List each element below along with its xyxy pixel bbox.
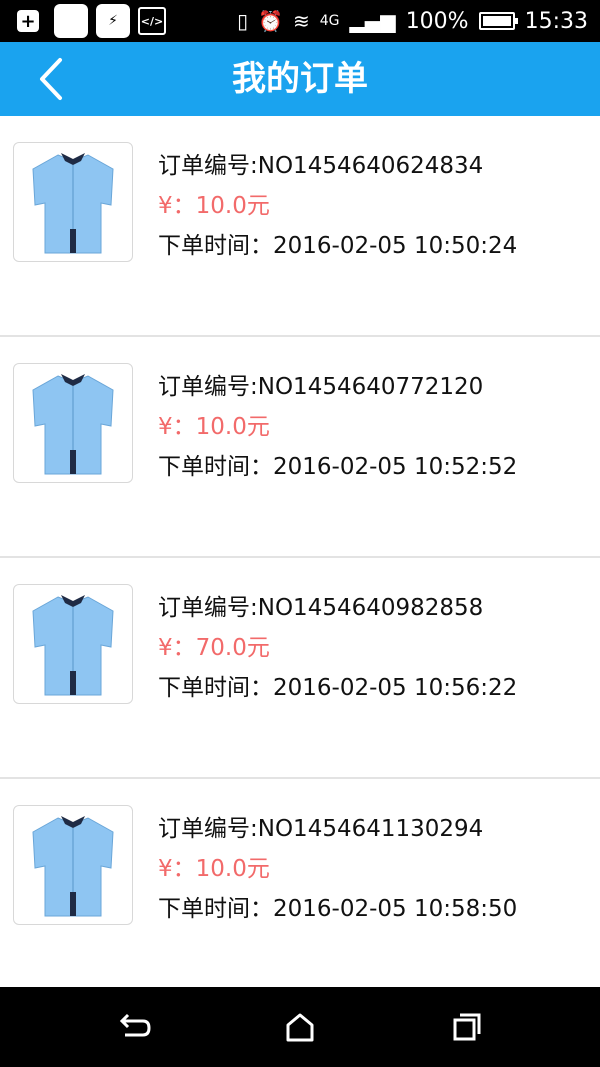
order-item[interactable]: 订单编号:NO1454641130294 ¥：10.0元 下单时间：2016-0…	[0, 779, 600, 1000]
product-thumbnail	[13, 584, 133, 704]
order-item[interactable]: 订单编号:NO1454640624834 ¥：10.0元 下单时间：2016-0…	[0, 116, 600, 337]
app-notification-icon: ⚡	[96, 4, 130, 38]
header: 我的订单	[0, 42, 600, 116]
order-item[interactable]: 订单编号:NO1454640982858 ¥：70.0元 下单时间：2016-0…	[0, 558, 600, 779]
system-icons: ▯ ⏰ ≋ 4G ▂▄▆ 100% 15:33	[237, 0, 588, 42]
order-price: ¥：70.0元	[158, 635, 270, 661]
order-time: 下单时间：2016-02-05 10:56:22	[158, 675, 518, 701]
order-time: 下单时间：2016-02-05 10:58:50	[158, 896, 518, 922]
shirt-icon	[32, 595, 114, 696]
order-number: 订单编号:NO1454640982858	[158, 595, 484, 621]
navigation-bar	[0, 987, 600, 1067]
order-price: ¥：10.0元	[158, 856, 270, 882]
order-number: 订单编号:NO1454640624834	[158, 153, 484, 179]
signal-icon: ▂▄▆	[349, 9, 396, 33]
product-thumbnail	[13, 142, 133, 262]
shirt-icon	[32, 374, 114, 475]
shirt-icon	[32, 153, 114, 254]
clock: 15:33	[524, 8, 588, 34]
battery-icon	[478, 12, 518, 30]
add-notification-icon: +	[10, 4, 46, 38]
recents-nav-button[interactable]	[447, 1007, 487, 1047]
order-time: 下单时间：2016-02-05 10:50:24	[158, 233, 518, 259]
order-number: 订单编号:NO1454640772120	[158, 374, 484, 400]
order-item[interactable]: 订单编号:NO1454640772120 ¥：10.0元 下单时间：2016-0…	[0, 337, 600, 558]
product-thumbnail	[13, 363, 133, 483]
battery-percent: 100%	[405, 8, 469, 34]
product-thumbnail	[13, 805, 133, 925]
code-notification-icon: </>	[138, 7, 166, 35]
order-list: 订单编号:NO1454640624834 ¥：10.0元 下单时间：2016-0…	[0, 116, 600, 1000]
wifi-icon: ≋	[293, 9, 310, 33]
home-nav-button[interactable]	[280, 1007, 320, 1047]
notification-icons: + ⚡ </>	[10, 3, 166, 39]
recent-apps-icon	[453, 1013, 481, 1041]
order-price: ¥：10.0元	[158, 414, 270, 440]
alarm-icon: ⏰	[258, 9, 283, 33]
back-nav-button[interactable]	[113, 1007, 153, 1047]
shirt-icon	[32, 816, 114, 917]
back-arrow-icon	[119, 1013, 151, 1037]
network-type-label: 4G	[319, 13, 340, 29]
vibrate-icon: ▯	[237, 9, 249, 33]
order-price: ¥：10.0元	[158, 193, 270, 219]
status-bar: + ⚡ </> ▯ ⏰ ≋ 4G ▂▄▆ 100% 15:33	[0, 0, 600, 42]
order-time: 下单时间：2016-02-05 10:52:52	[158, 454, 518, 480]
order-number: 订单编号:NO1454641130294	[158, 816, 484, 842]
home-icon	[286, 1013, 314, 1042]
blank-notification-icon	[54, 4, 88, 38]
page-title: 我的订单	[232, 59, 368, 99]
